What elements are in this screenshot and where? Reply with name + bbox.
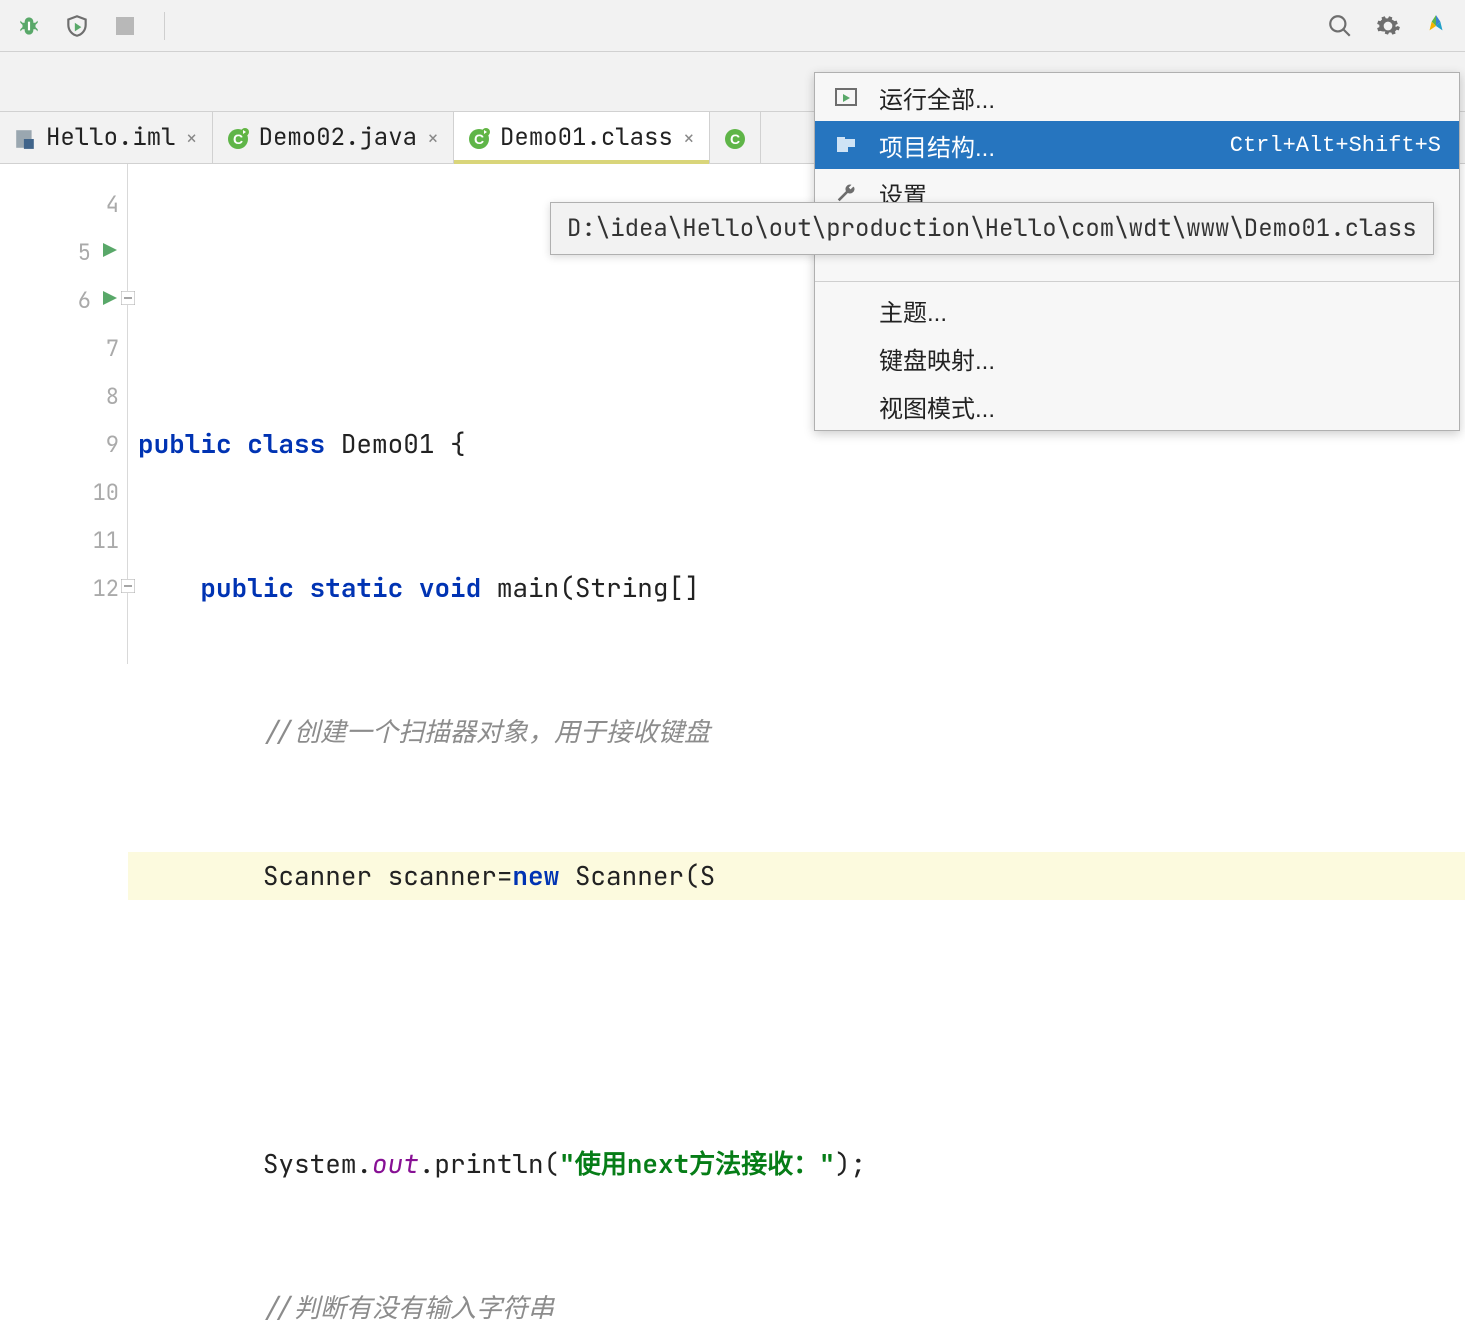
run-gutter-icon[interactable] — [101, 241, 119, 264]
fold-icon[interactable] — [121, 579, 135, 598]
line-number: 4 — [79, 190, 119, 219]
fold-icon[interactable] — [121, 291, 135, 310]
brand-icon[interactable] — [1423, 13, 1449, 39]
tab-label: Demo01.class — [500, 122, 673, 153]
toolbar-right-group — [1327, 13, 1449, 39]
line-number: 6 — [51, 286, 91, 315]
class-icon: C — [724, 127, 746, 149]
debug-icon[interactable] — [16, 13, 42, 39]
menu-theme[interactable]: 主题... — [815, 286, 1459, 334]
gutter: 4 5 6 7 8 9 10 11 12 — [0, 164, 128, 664]
settings-icon[interactable] — [1375, 13, 1401, 39]
main-toolbar — [0, 0, 1465, 52]
menu-label: 键盘映射... — [879, 341, 1441, 376]
line-number: 9 — [79, 430, 119, 459]
menu-label: 项目结构... — [879, 128, 1210, 163]
line-number: 7 — [79, 334, 119, 363]
file-path-tooltip: D:\idea\Hello\out\production\Hello\com\w… — [550, 202, 1434, 255]
svg-text:C: C — [730, 131, 740, 147]
tab-demo02-java[interactable]: C Demo02.java × — [213, 112, 454, 163]
close-icon[interactable]: × — [427, 125, 439, 151]
run-dashboard-icon — [833, 86, 859, 108]
project-structure-icon — [833, 134, 859, 156]
line-number: 5 — [51, 238, 91, 267]
line-number: 12 — [79, 574, 119, 603]
line-number: 10 — [79, 478, 119, 507]
menu-view-mode[interactable]: 视图模式... — [815, 382, 1459, 430]
menu-run-all[interactable]: 运行全部... — [815, 73, 1459, 121]
run-gutter-icon[interactable] — [101, 289, 119, 312]
menu-separator — [815, 281, 1459, 282]
tab-partial[interactable]: C — [710, 112, 761, 163]
stop-icon[interactable] — [112, 13, 138, 39]
tab-label: Demo02.java — [259, 122, 417, 153]
tab-label: Hello.iml — [46, 122, 176, 153]
menu-label: 主题... — [879, 293, 1441, 328]
toolbar-left-group — [16, 12, 169, 40]
wrench-icon — [833, 182, 859, 204]
class-icon: C — [468, 127, 490, 149]
menu-keymap[interactable]: 键盘映射... — [815, 334, 1459, 382]
close-icon[interactable]: × — [683, 125, 695, 151]
file-icon — [14, 127, 36, 149]
menu-project-structure[interactable]: 项目结构... Ctrl+Alt+Shift+S — [815, 121, 1459, 169]
menu-shortcut: Ctrl+Alt+Shift+S — [1230, 133, 1441, 158]
tooltip-text: D:\idea\Hello\out\production\Hello\com\w… — [567, 213, 1417, 244]
close-icon[interactable]: × — [186, 125, 198, 151]
coverage-icon[interactable] — [64, 13, 90, 39]
toolbar-separator — [164, 12, 165, 40]
line-number: 11 — [79, 526, 119, 555]
tab-demo01-class[interactable]: C Demo01.class × — [454, 112, 710, 163]
menu-label: 运行全部... — [879, 80, 1441, 115]
tab-hello-iml[interactable]: Hello.iml × — [0, 112, 213, 163]
line-number: 8 — [79, 382, 119, 411]
menu-label: 视图模式... — [879, 389, 1441, 424]
class-icon: C — [227, 127, 249, 149]
search-icon[interactable] — [1327, 13, 1353, 39]
